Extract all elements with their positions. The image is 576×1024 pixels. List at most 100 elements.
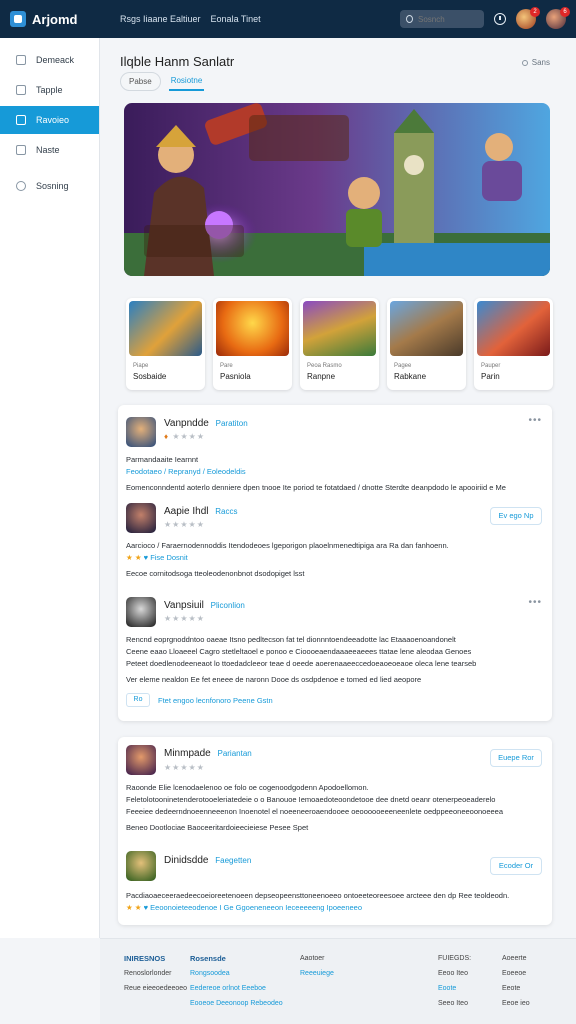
logo-text: Arjomd: [32, 11, 78, 27]
post-author-name[interactable]: Vanpndde: [164, 418, 209, 429]
sidebar-item-5[interactable]: Sosning: [0, 172, 99, 200]
post-tag[interactable]: Pliconlion: [211, 601, 245, 610]
game-card[interactable]: Pagee Rabkane: [387, 298, 466, 390]
rating-stars: ★★★★★: [164, 614, 205, 623]
post-text: Ver eleme nealdon Ee fet eneee de naronn…: [126, 675, 422, 684]
post-author: Vanpsiuil Pliconlion: [164, 600, 245, 611]
footer-heading: Aaotoer: [300, 955, 325, 962]
search-input[interactable]: [418, 14, 478, 24]
more-options-icon[interactable]: •••: [528, 597, 542, 608]
feed-post: Vanpsiuil Pliconlion ★★★★★ ••• Rencnd eo…: [126, 593, 544, 713]
footer-column: Aoeerte Eoeeoe Eeote Eeoe ieo: [502, 951, 530, 1011]
footer-link[interactable]: Eoeeoe: [502, 966, 530, 981]
post-author-name[interactable]: Vanpsiuil: [164, 600, 204, 611]
footer-link[interactable]: Eeoe ieo: [502, 996, 530, 1011]
reaction-row[interactable]: ★ ★ ♥ Eeoonoieteeodenoe I Ge Ggoeneneeon…: [126, 903, 362, 912]
post-author: Aapie Ihdl Raccs: [164, 506, 238, 517]
post-author-name[interactable]: Minmpade: [164, 748, 211, 759]
post-tag[interactable]: Raccs: [215, 507, 237, 516]
follow-button[interactable]: Euepe Ror: [490, 749, 542, 767]
sidebar-item-4[interactable]: Naste: [0, 136, 99, 164]
footer-column: Rosensde Rongsoodea Eedereoe orlnot Eeeb…: [190, 951, 283, 1011]
game-card[interactable]: Pauper Parin: [474, 298, 553, 390]
game-card-subtitle: Pagee: [394, 363, 412, 369]
footer-link[interactable]: Reue eieeoedeeoeo: [124, 981, 187, 996]
post-text: Ceene eaao Lloaeeel Cagro stetleltaoel e…: [126, 647, 472, 656]
sidebar-item-1[interactable]: Demeack: [0, 46, 99, 74]
follow-button[interactable]: Ecoder Or: [490, 857, 542, 875]
footer-column: FUIEGDS: Eeoo Iteo Eoote Seeo Iteo: [438, 951, 471, 1011]
reply-link[interactable]: Ftet engoo lecnfonoro Peene Gstn: [158, 696, 273, 705]
sidebar-item-2[interactable]: Tapple: [0, 76, 99, 104]
game-card-title: Ranpne: [307, 372, 336, 381]
avatar[interactable]: [126, 597, 156, 627]
post-text: Eecoe cornitodsoga tteoleodenonbnot dsod…: [126, 569, 305, 578]
post-text: Beneo Dootlociae Baoceeritardoieecieiese…: [126, 823, 309, 832]
reply-button[interactable]: Ro: [126, 693, 150, 707]
hero-banner-image[interactable]: [124, 103, 550, 276]
footer-link[interactable]: Eooeoe Deeonoop Rebeodeo: [190, 996, 283, 1011]
grid-icon: [16, 115, 26, 125]
post-text: Eomenconndentd aoterlo denniere dpen tno…: [126, 483, 506, 492]
footer-column: INIRESNOS Renoslorlonder Reue eieeoedeeo…: [124, 951, 187, 996]
sidebar-item-3[interactable]: Ravoieo: [0, 106, 99, 134]
post-links[interactable]: Feodotaeo / Repranyd / Eoleodeldis: [126, 467, 544, 476]
game-card-subtitle: Piape: [133, 363, 149, 369]
app-logo[interactable]: Arjomd: [10, 11, 110, 27]
user-avatar[interactable]: 6: [546, 7, 570, 29]
feed-post: Aapie Ihdl Raccs ★★★★★ Ev ego Np Aarcioc…: [126, 501, 544, 591]
top-nav-item-1[interactable]: Rsgs Iiaane Ealtiuer: [120, 14, 201, 24]
more-options-icon[interactable]: •••: [528, 415, 542, 426]
avatar[interactable]: [126, 503, 156, 533]
rating-stars: ★★★★★: [164, 520, 205, 529]
game-card[interactable]: Pare Pasniola: [213, 298, 292, 390]
footer-link[interactable]: Rongsoodea: [190, 966, 283, 981]
footer-link[interactable]: Eedereoe orlnot Eeeboe: [190, 981, 283, 996]
avatar[interactable]: [126, 417, 156, 447]
footer-link[interactable]: Reeeuiege: [300, 966, 334, 981]
page-title: Ilqble Hanm Sanlatr: [120, 54, 235, 69]
clock-icon[interactable]: [494, 13, 506, 25]
post-tag[interactable]: Paratiton: [216, 419, 248, 428]
follow-button[interactable]: Ev ego Np: [490, 507, 542, 525]
post-text: Raoonde Elie lcenodaelenoo oe folo oe co…: [126, 783, 369, 792]
game-card-subtitle: Peoa Rasmo: [307, 363, 342, 369]
footer-link[interactable]: Seeo Iteo: [438, 996, 471, 1011]
footer-link[interactable]: Eoote: [438, 981, 471, 996]
notifications-avatar[interactable]: 2: [516, 7, 540, 29]
sidebar-item-label: Naste: [36, 145, 60, 155]
game-card[interactable]: Peoa Rasmo Ranpne: [300, 298, 379, 390]
tab-2[interactable]: Rosiotne: [168, 72, 205, 91]
footer-heading: Rosensde: [190, 954, 226, 963]
sidebar-item-label: Tapple: [36, 85, 63, 95]
footer-link[interactable]: Eeoo Iteo: [438, 966, 471, 981]
post-author: Vanpndde Paratiton: [164, 418, 248, 429]
game-card-subtitle: Pare: [220, 363, 233, 369]
footer-link[interactable]: Renoslorlonder: [124, 966, 187, 981]
footer-column: Aaotoer Reeeuiege: [300, 951, 334, 981]
footer-link[interactable]: Eeote: [502, 981, 530, 996]
top-nav-item-2[interactable]: Eonala Tinet: [211, 14, 261, 24]
game-thumbnails: Piape Sosbaide Pare Pasniola Peoa Rasmo …: [126, 298, 553, 390]
share-label: Sans: [531, 58, 550, 67]
post-text: Parmandaaite Iearnnt: [126, 455, 199, 464]
post-tag[interactable]: Pariantan: [217, 749, 251, 758]
home-icon: [16, 55, 26, 65]
search-box[interactable]: [400, 10, 484, 28]
user-badge: 6: [560, 7, 570, 17]
folder-icon: [16, 85, 26, 95]
post-tag[interactable]: Faegetten: [215, 856, 251, 865]
reaction-row[interactable]: ★ ★ ♥ Fise Dosnit: [126, 553, 188, 562]
post-text: Feeeiee dedeerndnoeenneeenon Inoenotel e…: [126, 807, 504, 816]
tab-1[interactable]: Pabse: [120, 72, 161, 91]
avatar[interactable]: [126, 851, 156, 881]
sidebar-item-label: Demeack: [36, 55, 75, 65]
post-text: Peteet doedlenodeeneaot lo ttoedadcleeor…: [126, 659, 477, 668]
game-card[interactable]: Piape Sosbaide: [126, 298, 205, 390]
avatar[interactable]: [126, 745, 156, 775]
post-author-name[interactable]: Dinidsdde: [164, 855, 208, 866]
share-button[interactable]: Sans: [521, 58, 550, 67]
settings-icon: [16, 181, 26, 191]
post-author-name[interactable]: Aapie Ihdl: [164, 506, 208, 517]
footer-heading: INIRESNOS: [124, 954, 166, 963]
